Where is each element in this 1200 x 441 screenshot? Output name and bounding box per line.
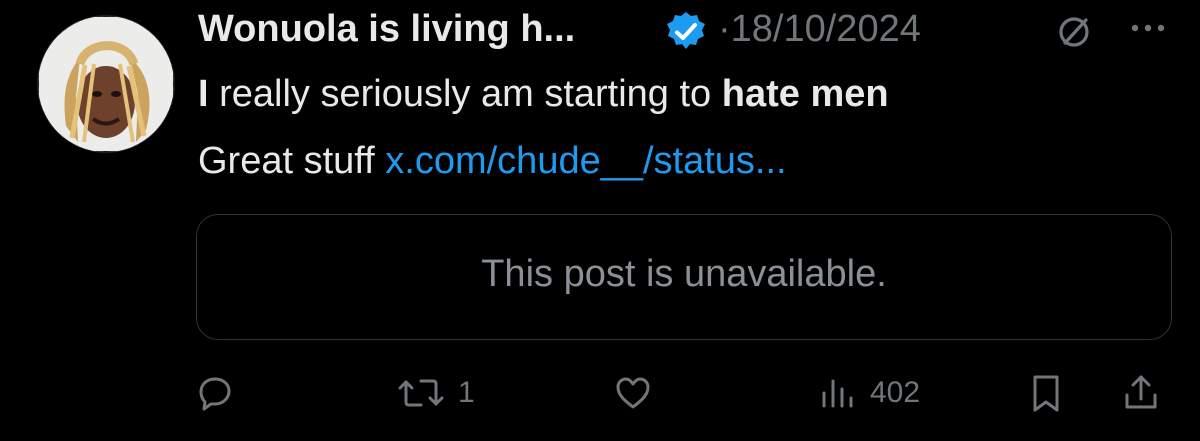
author-avatar[interactable]	[38, 16, 174, 152]
post-text-middle: really seriously am starting to	[208, 73, 722, 115]
post-date[interactable]: 18/10/2024	[731, 8, 921, 50]
post-text-line-2: Great stuff x.com/chude__/status...	[198, 140, 787, 183]
post-text-emphasis: hate men	[721, 73, 889, 115]
post-date-group[interactable]: ·18/10/2024	[718, 8, 921, 51]
post-status-link[interactable]: x.com/chude__/status...	[385, 140, 786, 182]
views-button[interactable]: 402	[816, 368, 920, 418]
share-button[interactable]	[1117, 368, 1165, 418]
grok-icon[interactable]	[1054, 12, 1094, 52]
like-icon	[616, 377, 650, 409]
unavailable-message: This post is unavailable.	[481, 253, 887, 295]
view-count: 402	[870, 376, 921, 409]
date-separator: ·	[718, 8, 731, 50]
bookmark-icon	[1033, 375, 1059, 412]
like-button[interactable]	[609, 368, 667, 418]
verified-badge-icon	[667, 12, 705, 49]
post-text-great-stuff: Great stuff	[198, 140, 386, 182]
reply-icon	[199, 377, 231, 411]
post-actions-bar: 1 402	[0, 368, 1200, 418]
author-display-name[interactable]: Wonuola is living h...	[198, 8, 575, 51]
quoted-post-card[interactable]: This post is unavailable.	[196, 214, 1172, 340]
more-icon[interactable]	[1126, 14, 1170, 42]
share-icon	[1125, 375, 1157, 409]
post-header: Wonuola is living h... ·18/10/2024	[198, 2, 1200, 54]
post-text-line-1: I really seriously am starting to hate m…	[198, 73, 889, 116]
post-text-initial: I	[198, 73, 209, 115]
profile-photo-icon	[38, 16, 174, 152]
views-icon	[822, 379, 853, 408]
reply-button[interactable]	[191, 368, 249, 418]
bookmark-button[interactable]	[1024, 368, 1068, 418]
repost-count: 1	[458, 376, 475, 409]
repost-button[interactable]: 1	[394, 368, 475, 418]
repost-icon	[398, 379, 444, 407]
